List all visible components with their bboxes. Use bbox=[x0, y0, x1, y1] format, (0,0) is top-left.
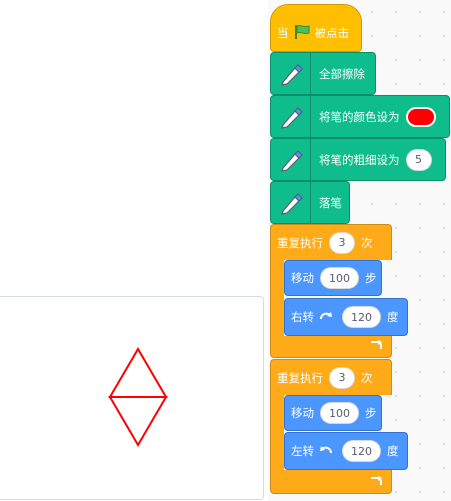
repeat-suffix: 次 bbox=[361, 370, 373, 385]
repeat-block-1[interactable]: 重复执行 3 次 bbox=[270, 224, 392, 260]
hat-suffix: 被点击 bbox=[314, 26, 350, 40]
hat-prefix: 当 bbox=[277, 26, 289, 40]
set-pen-size-label: 将笔的粗细设为 bbox=[319, 152, 400, 167]
turn-degrees-input[interactable]: 120 bbox=[342, 440, 381, 462]
move-steps-input[interactable]: 100 bbox=[320, 402, 359, 424]
repeat-label: 重复执行 bbox=[277, 235, 323, 250]
turn-right-block[interactable]: 右转 120 度 bbox=[284, 298, 408, 336]
turn-degrees-input[interactable]: 120 bbox=[342, 306, 381, 328]
loop-arrow-icon bbox=[369, 475, 383, 490]
green-flag-icon bbox=[293, 24, 311, 43]
pen-down-block[interactable]: 落笔 bbox=[270, 181, 350, 224]
pen-extension-icon bbox=[271, 182, 311, 223]
pen-size-input[interactable]: 5 bbox=[405, 148, 432, 171]
pen-drawing bbox=[108, 347, 168, 447]
repeat-block-1-arm bbox=[270, 258, 284, 338]
rotate-counterclockwise-icon bbox=[318, 442, 334, 461]
erase-all-label: 全部擦除 bbox=[319, 66, 365, 81]
repeat-label: 重复执行 bbox=[277, 370, 323, 385]
when-flag-clicked-block[interactable]: 当 被点击 bbox=[270, 4, 362, 52]
turn-suffix: 度 bbox=[387, 444, 399, 458]
move-suffix: 步 bbox=[365, 271, 377, 285]
turn-suffix: 度 bbox=[387, 310, 399, 324]
stage-canvas bbox=[108, 347, 168, 447]
move-steps-block-1[interactable]: 移动 100 步 bbox=[284, 260, 382, 296]
turn-left-block[interactable]: 左转 120 度 bbox=[284, 432, 408, 470]
repeat-suffix: 次 bbox=[361, 235, 373, 250]
loop-arrow-icon bbox=[369, 339, 383, 354]
drawn-triangle-up bbox=[108, 347, 168, 398]
pen-extension-icon bbox=[271, 96, 311, 137]
pen-extension-icon bbox=[271, 139, 311, 180]
move-steps-input[interactable]: 100 bbox=[320, 267, 359, 289]
repeat-count-input[interactable]: 3 bbox=[329, 366, 355, 389]
drawn-triangle-down bbox=[108, 396, 168, 447]
rotate-clockwise-icon bbox=[318, 308, 334, 327]
repeat-block-1-footer bbox=[270, 336, 392, 358]
move-steps-block-2[interactable]: 移动 100 步 bbox=[284, 395, 382, 431]
repeat-count-input[interactable]: 3 bbox=[329, 231, 355, 254]
set-pen-color-block[interactable]: 将笔的颜色设为 bbox=[270, 95, 450, 138]
stage[interactable] bbox=[0, 296, 264, 500]
move-label: 移动 bbox=[291, 271, 314, 285]
turn-left-label: 左转 bbox=[291, 444, 314, 458]
pen-color-picker[interactable] bbox=[405, 106, 436, 127]
repeat-block-2-arm bbox=[270, 393, 284, 473]
set-pen-size-block[interactable]: 将笔的粗细设为 5 bbox=[270, 138, 446, 181]
repeat-block-2-footer bbox=[270, 470, 392, 494]
set-pen-color-label: 将笔的颜色设为 bbox=[319, 109, 400, 124]
turn-right-label: 右转 bbox=[291, 310, 314, 324]
repeat-block-2[interactable]: 重复执行 3 次 bbox=[270, 359, 392, 395]
move-suffix: 步 bbox=[365, 406, 377, 420]
pen-down-label: 落笔 bbox=[319, 195, 342, 210]
erase-all-block[interactable]: 全部擦除 bbox=[270, 52, 376, 95]
move-label: 移动 bbox=[291, 406, 314, 420]
pen-extension-icon bbox=[271, 53, 311, 94]
